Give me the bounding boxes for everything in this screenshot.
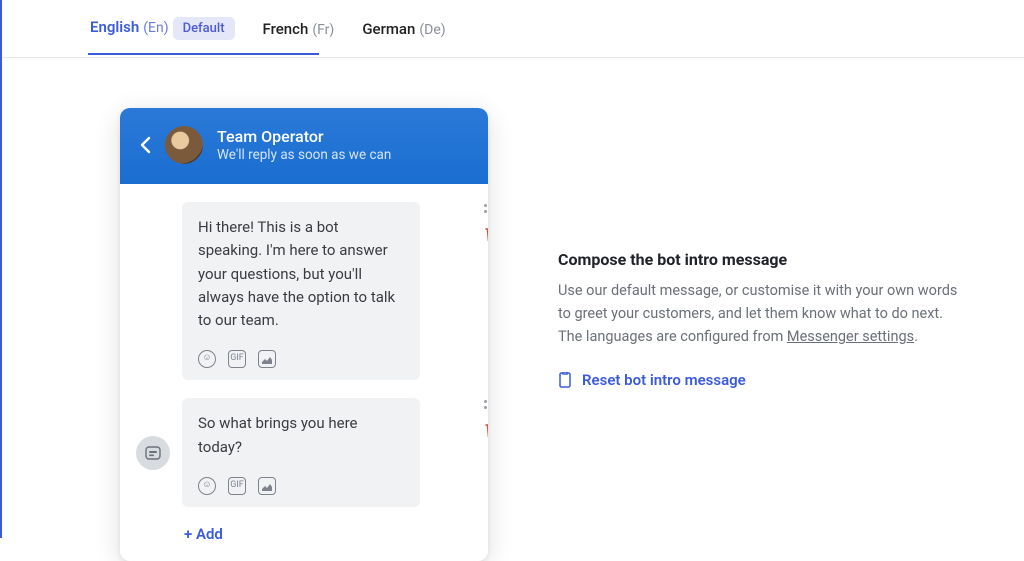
panel-heading: Compose the bot intro message — [558, 250, 958, 269]
reset-button[interactable]: Reset bot intro message — [558, 371, 958, 389]
tab-french[interactable]: French (Fr) — [263, 20, 335, 52]
drag-handle-icon[interactable] — [484, 400, 488, 412]
language-tabs: English (En) Default French (Fr) German … — [2, 0, 1024, 58]
avatar — [165, 126, 203, 164]
panel-text-end: . — [914, 328, 918, 345]
gif-icon[interactable]: GIF — [228, 350, 246, 368]
default-badge: Default — [173, 17, 235, 40]
team-name: Team Operator — [217, 127, 391, 147]
message-actions — [484, 204, 488, 246]
bot-avatar — [136, 436, 170, 470]
chevron-left-icon — [140, 136, 151, 154]
info-panel: Compose the bot intro message Use our de… — [558, 108, 958, 561]
reset-icon — [558, 372, 572, 388]
delete-button[interactable] — [485, 226, 488, 246]
format-toolbar: ☺ GIF — [198, 477, 404, 495]
image-icon[interactable] — [258, 477, 276, 495]
bot-icon — [144, 444, 162, 462]
widget-body: Hi there! This is a bot speaking. I'm he… — [120, 184, 488, 561]
tab-code: (De) — [419, 22, 445, 38]
trash-icon — [485, 422, 488, 438]
tab-label: English — [90, 18, 139, 36]
tab-english[interactable]: English (En) Default — [90, 17, 235, 54]
widget-header: Team Operator We'll reply as soon as we … — [120, 108, 488, 184]
message-text: So what brings you here today? — [198, 412, 404, 459]
tab-german[interactable]: German (De) — [362, 20, 445, 52]
gif-icon[interactable]: GIF — [228, 477, 246, 495]
panel-description: Use our default message, or customise it… — [558, 279, 958, 349]
messenger-preview: Team Operator We'll reply as soon as we … — [120, 108, 488, 561]
tab-code: (En) — [143, 20, 168, 36]
message-bubble[interactable]: Hi there! This is a bot speaking. I'm he… — [182, 202, 420, 380]
delete-button[interactable] — [485, 422, 488, 442]
back-button[interactable] — [140, 136, 151, 154]
main-content: Team Operator We'll reply as soon as we … — [2, 58, 1024, 561]
tab-code: (Fr) — [312, 22, 334, 38]
message-block: Hi there! This is a bot speaking. I'm he… — [182, 202, 470, 380]
message-actions — [484, 400, 488, 442]
message-bubble[interactable]: So what brings you here today? ☺ GIF — [182, 398, 420, 507]
tab-label: German — [362, 20, 415, 38]
header-text: Team Operator We'll reply as soon as we … — [217, 127, 391, 163]
add-message-button[interactable]: + Add — [184, 525, 470, 543]
reply-time: We'll reply as soon as we can — [217, 147, 391, 163]
emoji-icon[interactable]: ☺ — [198, 477, 216, 495]
message-text: Hi there! This is a bot speaking. I'm he… — [198, 216, 404, 332]
tab-label: French — [263, 20, 309, 38]
format-toolbar: ☺ GIF — [198, 350, 404, 368]
emoji-icon[interactable]: ☺ — [198, 350, 216, 368]
message-block: So what brings you here today? ☺ GIF — [182, 398, 470, 507]
reset-label: Reset bot intro message — [582, 371, 746, 389]
messenger-settings-link[interactable]: Messenger settings — [787, 328, 914, 345]
drag-handle-icon[interactable] — [484, 204, 488, 216]
trash-icon — [485, 226, 488, 242]
image-icon[interactable] — [258, 350, 276, 368]
